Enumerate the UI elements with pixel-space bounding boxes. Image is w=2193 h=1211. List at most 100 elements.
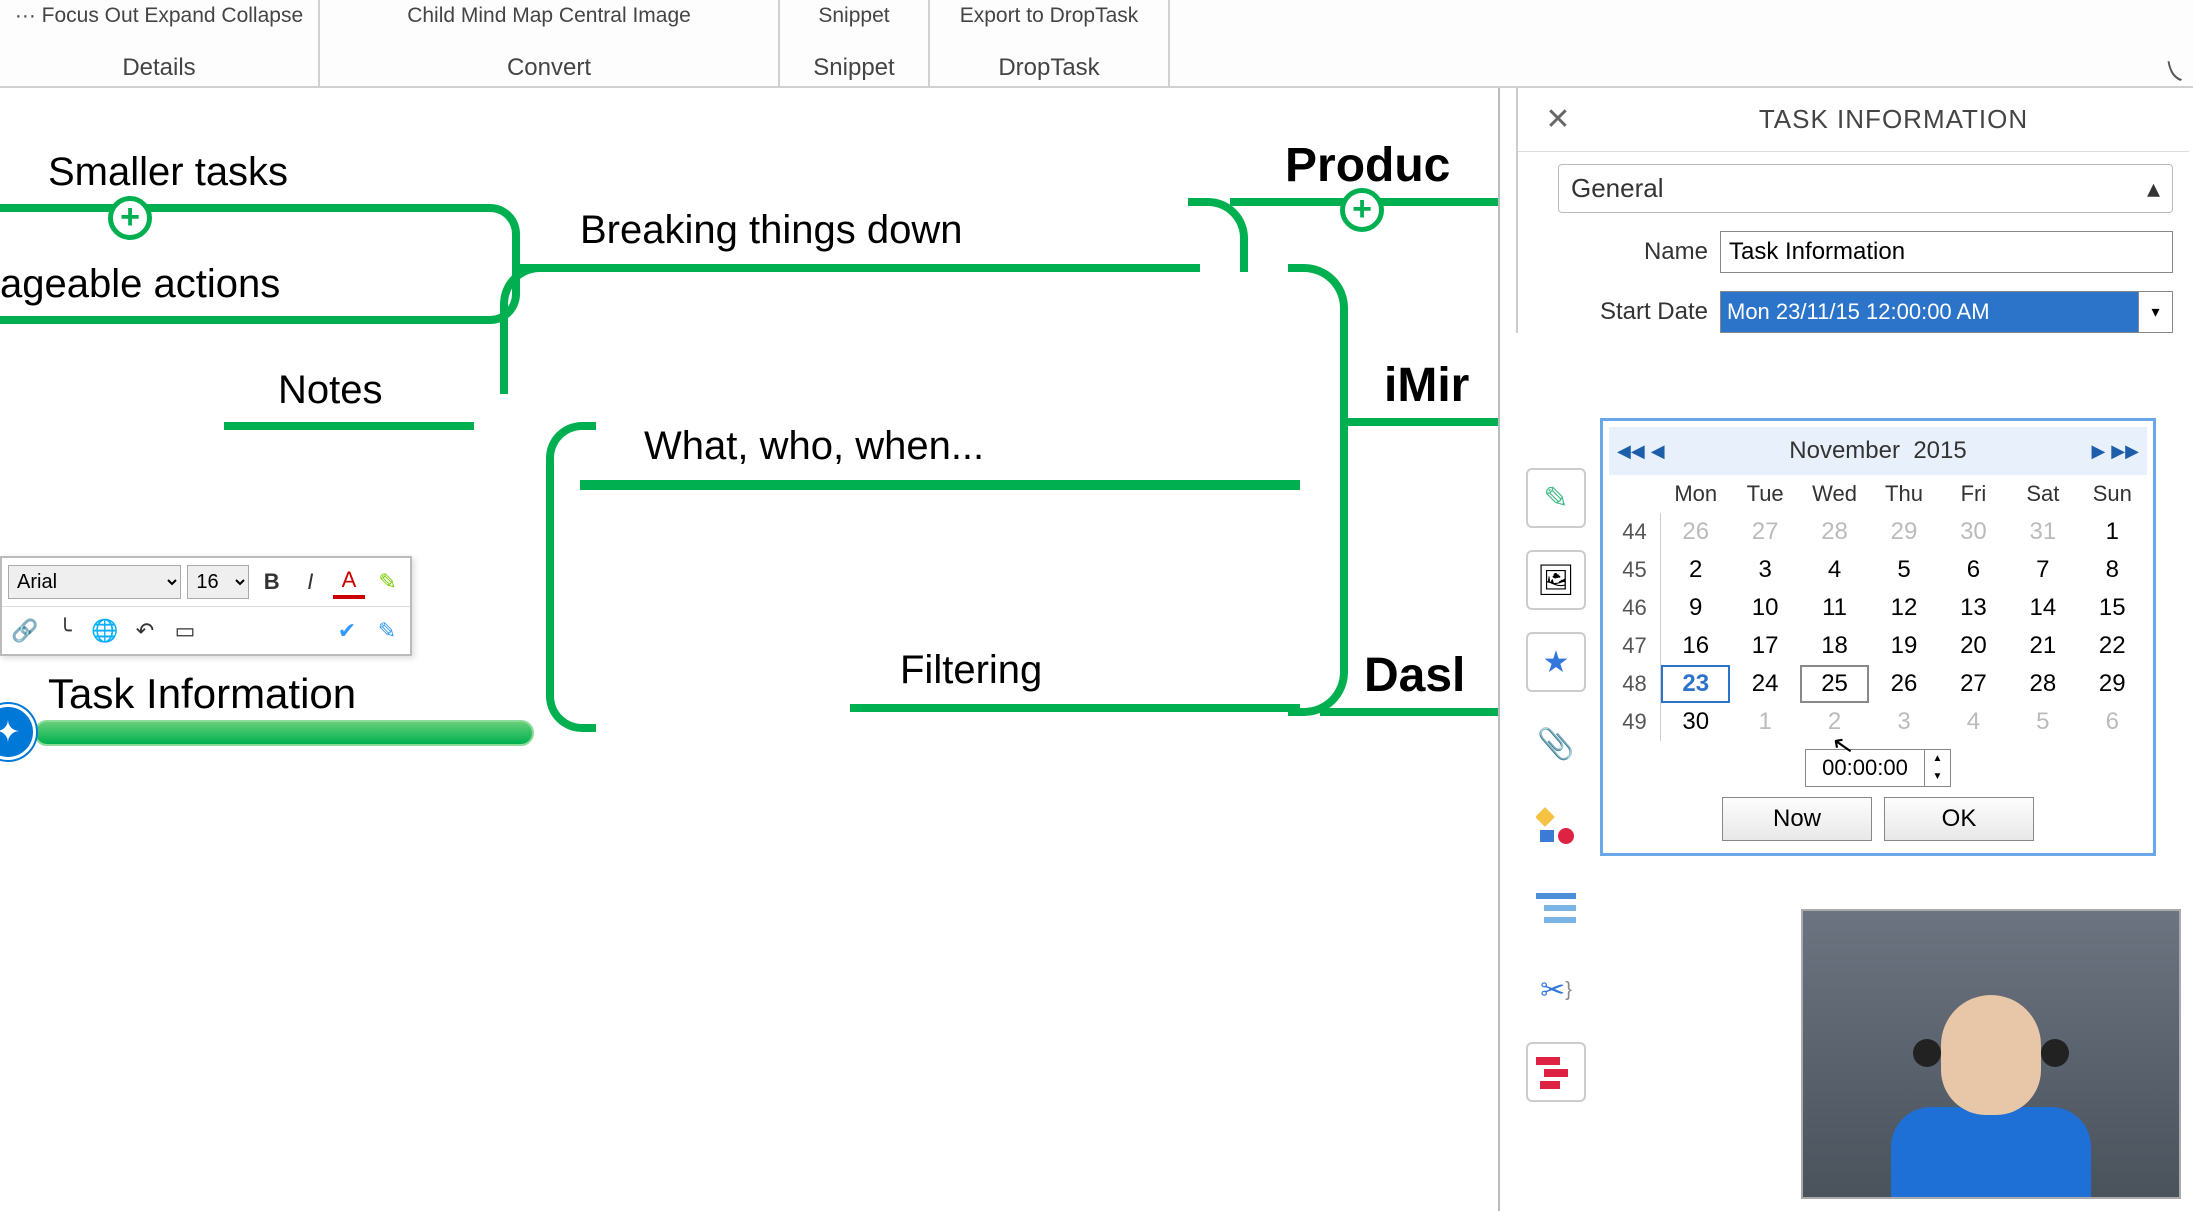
calendar-day[interactable]: 19 [1869,627,1938,665]
calendar-day[interactable]: 13 [1939,589,2008,627]
node-handle-icon[interactable]: ✦ [0,704,36,760]
calendar-day[interactable]: 6 [1939,551,2008,589]
node-imir[interactable]: iMir [1384,358,1469,413]
calendar-day[interactable]: 30 [1939,513,2008,551]
startdate-combo[interactable]: Mon 23/11/15 12:00:00 AM ▾ [1720,291,2173,333]
calendar-day[interactable]: 3 [1730,551,1799,589]
ribbon-label-snippet: Snippet [788,54,920,82]
star-icon[interactable]: ★ [1526,632,1586,692]
fontsize-select[interactable]: 16 [187,565,249,599]
image-icon[interactable]: 🖼 [1526,550,1586,610]
next-month-icon[interactable]: ▶ [2091,441,2105,462]
calendar-day[interactable]: 7 [2008,551,2077,589]
calendar-day[interactable]: 26 [1661,513,1730,551]
close-icon[interactable]: ✕ [1518,102,1598,137]
fontcolor-button[interactable]: A [333,565,366,599]
node-filtering[interactable]: Filtering [900,648,1042,693]
calendar-day[interactable]: 5 [2008,703,2077,741]
calendar-day[interactable]: 2 [1800,703,1869,741]
cut-icon[interactable]: ✂} [1526,960,1586,1020]
calendar-title[interactable]: November 2015 [1789,437,1966,465]
calendar-day[interactable]: 28 [2008,665,2077,703]
chevron-down-icon[interactable]: ▾ [2138,292,2172,332]
shapes-icon[interactable] [1526,796,1586,856]
calendar-day[interactable]: 22 [2078,627,2147,665]
mindmap-canvas[interactable]: Produc iMir Dasl Breaking things down Sm… [0,88,1500,1211]
calendar-day[interactable]: 4 [1939,703,2008,741]
calendar-day[interactable]: 15 [2078,589,2147,627]
branch-button[interactable]: ╰ [48,614,82,648]
node-task-information[interactable]: Task Information [40,666,364,722]
curve-www-left [546,422,596,732]
calendar-day[interactable]: 10 [1730,589,1799,627]
expand-smaller[interactable] [108,196,152,240]
calendar-day[interactable]: 9 [1661,589,1730,627]
time-field[interactable] [1805,749,1925,787]
prev-month-icon[interactable]: ◀ [1651,441,1665,462]
node-produc[interactable]: Produc [1285,138,1450,193]
globe-button[interactable]: 🌐 [88,614,122,648]
calendar-day[interactable]: 12 [1869,589,1938,627]
italic-button[interactable]: I [294,565,327,599]
calendar-day[interactable]: 23 [1661,665,1730,703]
now-button[interactable]: Now [1722,797,1872,841]
list-icon[interactable] [1526,878,1586,938]
calendar-day[interactable]: 28 [1800,513,1869,551]
calendar-day[interactable]: 17 [1730,627,1799,665]
calendar-day[interactable]: 29 [2078,665,2147,703]
link-button[interactable]: 🔗 [8,614,42,648]
calendar-day[interactable]: 4 [1800,551,1869,589]
calendar-day[interactable]: 27 [1939,665,2008,703]
shape-button[interactable]: ▭ [168,614,202,648]
calendar-day[interactable]: 29 [1869,513,1938,551]
time-spinner[interactable]: ▲▼ [1925,749,1951,787]
pencil-button[interactable]: ✎ [370,614,404,648]
arrow-button[interactable]: ↶ [128,614,162,648]
calendar-day[interactable]: 1 [2078,513,2147,551]
notes-icon[interactable]: ✎ [1526,468,1586,528]
node-breaking-down[interactable]: Breaking things down [580,208,962,253]
calendar-day[interactable]: 1 [1730,703,1799,741]
calendar-day[interactable]: 11 [1800,589,1869,627]
node-smaller-tasks[interactable]: Smaller tasks [48,150,288,195]
attachment-icon[interactable]: 📎 [1526,714,1586,774]
highlight-button[interactable]: ✎ [371,565,404,599]
name-field[interactable] [1720,231,2173,273]
calendar-day[interactable]: 16 [1661,627,1730,665]
calendar-day[interactable]: 5 [1869,551,1938,589]
prev-year-icon[interactable]: ◀◀ [1617,441,1645,462]
calendar-day[interactable]: 3 [1869,703,1938,741]
calendar-day[interactable]: 14 [2008,589,2077,627]
node-ageable[interactable]: ageable actions [0,262,280,307]
calendar-day[interactable]: 18 [1800,627,1869,665]
calendar-day[interactable]: 24 [1730,665,1799,703]
calendar-day[interactable]: 26 [1869,665,1938,703]
node-notes[interactable]: Notes [278,368,383,413]
section-general[interactable]: General ▴ [1558,164,2173,213]
ribbon-collapse-icon[interactable]: ㇏ [2161,52,2187,89]
calendar-day[interactable]: 31 [2008,513,2077,551]
bold-button[interactable]: B [255,565,288,599]
week-number: 46 [1609,589,1661,627]
expand-produc[interactable] [1340,188,1384,232]
font-select[interactable]: Arial [8,565,181,599]
check-button[interactable]: ✔ [330,614,364,648]
gantt-icon[interactable] [1526,1042,1586,1102]
ok-button[interactable]: OK [1884,797,2034,841]
calendar-day[interactable]: 25 [1800,665,1869,703]
ribbon-top-droptask[interactable]: Export to DropTask [938,0,1160,28]
node-what-who-when[interactable]: What, who, when... [644,424,984,469]
ribbon-top-details[interactable]: ··· Focus Out Expand Collapse [8,0,310,28]
calendar-day[interactable]: 27 [1730,513,1799,551]
calendar-day[interactable]: 30 [1661,703,1730,741]
ribbon-top-snippet[interactable]: Snippet [788,0,920,28]
curve-www-right [1288,264,1348,716]
next-year-icon[interactable]: ▶▶ [2111,441,2139,462]
calendar-day[interactable]: 21 [2008,627,2077,665]
calendar-day[interactable]: 6 [2078,703,2147,741]
node-dash[interactable]: Dasl [1364,648,1465,703]
ribbon-top-convert[interactable]: Child Mind Map Central Image [328,0,770,28]
calendar-day[interactable]: 8 [2078,551,2147,589]
calendar-day[interactable]: 2 [1661,551,1730,589]
calendar-day[interactable]: 20 [1939,627,2008,665]
